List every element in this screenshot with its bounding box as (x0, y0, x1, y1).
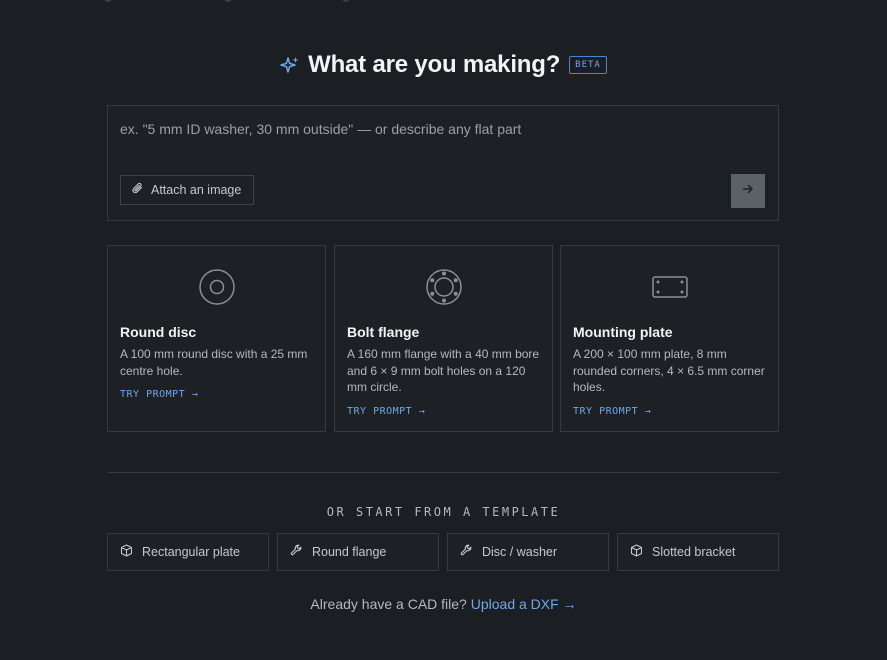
arrow-right-icon (742, 182, 754, 200)
attach-image-label: Attach an image (151, 183, 242, 197)
decor-dot (104, 0, 112, 2)
footer-text: Already have a CAD file? (310, 596, 467, 612)
try-prompt-link[interactable]: TRY PROMPT → (347, 406, 425, 417)
card-title: Mounting plate (573, 324, 673, 340)
wrench-icon (290, 544, 303, 560)
card-title: Round disc (120, 324, 197, 340)
send-button[interactable] (731, 174, 765, 208)
template-rectangular-plate[interactable]: Rectangular plate (107, 533, 269, 571)
template-round-flange[interactable]: Round flange (277, 533, 439, 571)
upload-dxf-link[interactable]: Upload a DXF → (471, 596, 577, 612)
beta-badge: BETA (569, 56, 607, 74)
cube-icon (120, 544, 133, 560)
template-disc-washer[interactable]: Disc / washer (447, 533, 609, 571)
paperclip-icon (132, 182, 144, 198)
template-label: Slotted bracket (652, 545, 736, 559)
card-description: A 200 × 100 mm plate, 8 mm rounded corne… (573, 347, 765, 394)
card-description: A 100 mm round disc with a 25 mm centre … (120, 347, 308, 378)
try-prompt-link[interactable]: TRY PROMPT → (120, 389, 198, 400)
card-round-disc[interactable]: Round disc A 100 mm round disc with a 25… (107, 245, 326, 432)
cube-icon (630, 544, 643, 560)
attach-image-button[interactable]: Attach an image (120, 175, 254, 205)
card-bolt-flange[interactable]: Bolt flange A 160 mm flange with a 40 mm… (334, 245, 553, 432)
card-mounting-plate[interactable]: Mounting plate A 200 × 100 mm plate, 8 m… (560, 245, 779, 432)
prompt-input[interactable]: ex. "5 mm ID washer, 30 mm outside" — or… (120, 121, 521, 137)
example-prompt-cards: Round disc A 100 mm round disc with a 25… (107, 245, 779, 432)
disc-icon (108, 268, 325, 306)
try-prompt-link[interactable]: TRY PROMPT → (573, 406, 651, 417)
page-header: What are you making? BETA (0, 48, 887, 82)
template-label: Rectangular plate (142, 545, 240, 559)
template-list: Rectangular plate Round flange Disc / wa… (107, 533, 779, 571)
flange-icon (335, 268, 552, 306)
decor-dot (342, 0, 350, 2)
template-label: Disc / washer (482, 545, 558, 559)
footer-cad-upload: Already have a CAD file? Upload a DXF → (0, 596, 887, 612)
sparkle-icon (280, 55, 300, 75)
templates-heading: OR START FROM A TEMPLATE (326, 505, 561, 519)
prompt-input-box[interactable]: ex. "5 mm ID washer, 30 mm outside" — or… (107, 105, 779, 221)
template-label: Round flange (312, 545, 387, 559)
card-description: A 160 mm flange with a 40 mm bore and 6 … (347, 347, 540, 394)
card-title: Bolt flange (347, 324, 420, 340)
page-title: What are you making? (308, 51, 561, 78)
plate-icon (561, 268, 778, 306)
decor-dot (224, 0, 232, 2)
wrench-icon (460, 544, 473, 560)
template-slotted-bracket[interactable]: Slotted bracket (617, 533, 779, 571)
section-divider (107, 472, 779, 473)
top-partial-decoration (0, 0, 887, 2)
